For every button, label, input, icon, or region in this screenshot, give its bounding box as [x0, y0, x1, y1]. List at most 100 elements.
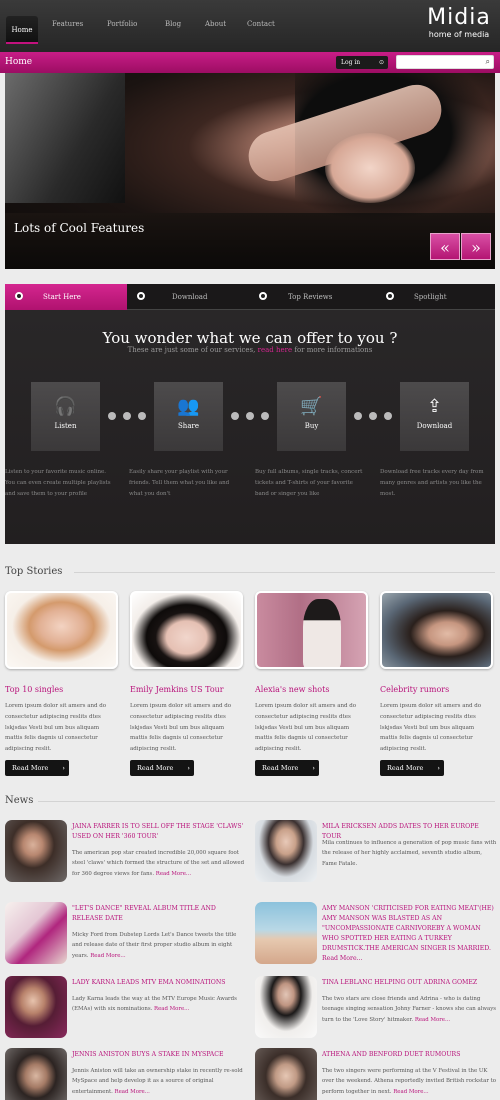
read-more-link[interactable]: Read More... [415, 1017, 450, 1023]
offer-sub-text-end: for more informations [292, 346, 373, 354]
story-title[interactable]: Alexia's new shots [255, 685, 329, 694]
connector-dot [123, 412, 131, 420]
tab-indicator-icon [259, 292, 267, 300]
news-thumbnail[interactable] [255, 902, 317, 964]
connector-dot [354, 412, 362, 420]
service-description: Listen to your favorite music online. Yo… [5, 469, 111, 497]
news-thumbnail[interactable] [5, 976, 67, 1038]
tab-start-here-label[interactable]: Start Here [43, 293, 81, 301]
news-title[interactable]: LADY KARNA LEADS MTV EMA NOMINATIONS [72, 978, 248, 988]
news-title[interactable]: "LET'S DANCE" REVEAL ALBUM TITLE AND REL… [72, 904, 248, 924]
chevron-right-icon: › [187, 764, 190, 772]
connector-dot [369, 412, 377, 420]
read-more-link[interactable]: Read More... [322, 955, 363, 962]
story-text: Lorem ipsum dolor sit amers and do conse… [380, 703, 482, 753]
news-title-text: AMY MANSON 'CRITICISED FOR EATING MEAT'(… [322, 905, 494, 952]
news-title[interactable]: TINA LEBLANC HELPING OUT ADRINA GOMEZ [322, 978, 498, 988]
hero-slider [5, 73, 495, 269]
service-description: Easily share your playlist with your fri… [129, 469, 230, 497]
news-thumbnail[interactable] [255, 1048, 317, 1100]
connector-dot [108, 412, 116, 420]
story-image[interactable] [380, 591, 493, 669]
offer-subline: These are just some of our services, rea… [0, 346, 500, 354]
read-more-label: Read More [12, 764, 49, 772]
story-image[interactable] [130, 591, 243, 669]
news-title[interactable]: JENNIS ANISTON BUYS A STAKE IN MYSPACE [72, 1050, 248, 1060]
connector-dot [384, 412, 392, 420]
tab-download[interactable]: Download [172, 293, 207, 301]
login-label: Log in [341, 59, 361, 66]
headphones-icon: 🎧 [54, 396, 77, 417]
cart-icon: 🛒 [300, 396, 323, 417]
connector-dot [231, 412, 239, 420]
story-title[interactable]: Celebrity rumors [380, 685, 449, 694]
read-more-link[interactable]: Read More... [154, 1006, 189, 1012]
hero-image-face [325, 133, 415, 203]
news-title[interactable]: JAINA FARRER IS TO SELL OFF THE STAGE 'C… [72, 822, 248, 842]
chevron-right-icon: › [62, 764, 65, 772]
tab-indicator-icon [15, 292, 23, 300]
lock-icon: ⊙ [378, 59, 384, 66]
nav-contact[interactable]: Contact [247, 20, 275, 28]
service-label: Buy [304, 422, 319, 430]
people-icon: 👥 [177, 396, 200, 417]
slider-next-button[interactable]: » [461, 233, 491, 260]
read-more-link[interactable]: Read More... [393, 1089, 428, 1095]
news-thumbnail[interactable] [255, 976, 317, 1038]
search-icon[interactable]: ⌕ [486, 57, 490, 67]
nav-about[interactable]: About [205, 20, 226, 28]
story-title[interactable]: Emily Jemkins US Tour [130, 685, 224, 694]
top-stories-heading: Top Stories [5, 566, 63, 577]
news-heading: News [5, 795, 34, 806]
tab-spotlight[interactable]: Spotlight [414, 293, 447, 301]
news-thumbnail[interactable] [255, 820, 317, 882]
news-text: The two stars are close friends and Adri… [322, 994, 498, 1025]
offer-sub-text: These are just some of our services, [127, 346, 258, 354]
tab-indicator-icon [137, 292, 145, 300]
service-download[interactable]: ⇪ Download [400, 382, 469, 451]
read-more-label: Read More [137, 764, 174, 772]
nav-features[interactable]: Features [52, 20, 83, 28]
read-here-link[interactable]: read here [258, 346, 293, 354]
login-button[interactable]: Log in ⊙ [336, 56, 388, 69]
nav-home[interactable]: Home [6, 16, 38, 44]
connector-dot [246, 412, 254, 420]
hero-caption: Lots of Cool Features [14, 221, 145, 235]
news-title[interactable]: AMY MANSON 'CRITICISED FOR EATING MEAT'(… [322, 904, 498, 964]
service-description: Buy full albums, single tracks, concert … [255, 469, 363, 497]
story-image[interactable] [255, 591, 368, 669]
news-thumbnail[interactable] [5, 820, 67, 882]
read-more-link[interactable]: Read More... [156, 871, 191, 877]
tab-indicator-icon [386, 292, 394, 300]
news-title[interactable]: ATHENA AND BENFORD DUET RUMOURS [322, 1050, 498, 1060]
nav-blog[interactable]: Blog [165, 20, 181, 28]
chevron-right-icon: › [437, 764, 440, 772]
news-thumbnail[interactable] [5, 902, 67, 964]
story-image[interactable] [5, 591, 118, 669]
story-image-figure [303, 599, 341, 667]
service-listen[interactable]: 🎧 Listen [31, 382, 100, 451]
news-thumbnail[interactable] [5, 1048, 67, 1100]
news-body: Jennis Aniston will take an ownership st… [72, 1068, 243, 1095]
service-buy[interactable]: 🛒 Buy [277, 382, 346, 451]
story-text: Lorem ipsum dolor sit amers and do conse… [130, 703, 232, 753]
read-more-link[interactable]: Read More... [115, 1089, 150, 1095]
read-more-button[interactable]: Read More › [5, 760, 69, 776]
search-input[interactable]: ⌕ [396, 55, 494, 69]
read-more-button[interactable]: Read More › [255, 760, 319, 776]
hero-background-window [5, 73, 125, 203]
logo-name: Midia [427, 5, 491, 30]
nav-portfolio[interactable]: Portfolio [107, 20, 137, 28]
story-text: Lorem ipsum dolor sit amers and do conse… [5, 703, 107, 753]
read-more-button[interactable]: Read More › [380, 760, 444, 776]
service-label: Listen [54, 422, 77, 430]
story-title[interactable]: Top 10 singles [5, 685, 63, 694]
read-more-link[interactable]: Read More... [90, 953, 125, 959]
logo[interactable]: Midia home of media [420, 6, 498, 46]
slider-prev-button[interactable]: « [430, 233, 460, 260]
tab-top-reviews[interactable]: Top Reviews [288, 293, 332, 301]
read-more-button[interactable]: Read More › [130, 760, 194, 776]
section-divider [38, 801, 495, 802]
news-text: Jennis Aniston will take an ownership st… [72, 1066, 248, 1097]
service-share[interactable]: 👥 Share [154, 382, 223, 451]
